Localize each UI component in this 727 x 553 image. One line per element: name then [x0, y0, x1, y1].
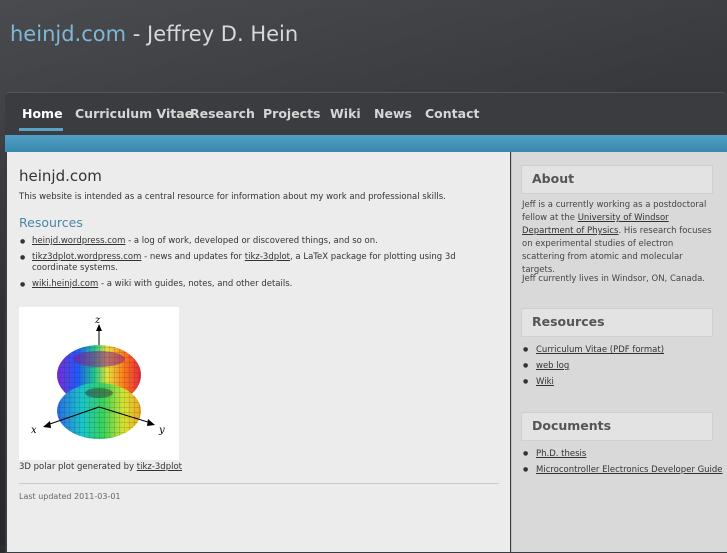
nav-active-indicator	[19, 128, 63, 131]
nav-curriculum-vitae[interactable]: Curriculum Vitae	[75, 106, 193, 121]
last-updated: Last updated 2011-03-01	[19, 492, 121, 501]
page-title: heinjd.com	[19, 167, 102, 185]
resource-link-blog[interactable]: heinjd.wordpress.com	[32, 236, 125, 246]
site-domain[interactable]: heinjd.com	[10, 22, 126, 46]
about-location: Jeff currently lives in Windsor, ON, Can…	[522, 274, 706, 284]
nav-contact[interactable]: Contact	[425, 106, 479, 121]
resource-desc: - news and updates for	[141, 251, 245, 262]
z-axis-label: z	[94, 315, 101, 326]
resources-heading: Resources	[19, 215, 83, 230]
figure-caption: 3D polar plot generated by tikz-3dplot	[19, 462, 182, 472]
content-wrapper: Home Curriculum Vitae Research Projects …	[5, 92, 727, 553]
polar-plot-svg: z x y	[31, 315, 165, 439]
list-item: Microcontroller Electronics Developer Gu…	[522, 462, 723, 478]
nav-home[interactable]: Home	[22, 106, 63, 121]
polar-plot-image: z x y	[19, 307, 179, 460]
caption-link-tikz3dplot[interactable]: tikz-3dplot	[137, 462, 182, 472]
site-owner-name: Jeffrey D. Hein	[147, 22, 299, 46]
nav-research[interactable]: Research	[190, 106, 255, 121]
documents-heading-box: Documents	[521, 412, 713, 441]
list-item: Curriculum Vitae (PDF format)	[522, 342, 722, 358]
nav-wiki[interactable]: Wiki	[330, 106, 361, 121]
main-nav: Home Curriculum Vitae Research Projects …	[5, 93, 727, 135]
web-log-link[interactable]: web log	[536, 361, 569, 371]
list-item: Ph.D. thesis	[522, 446, 722, 462]
list-item: heinjd.wordpress.com - a log of work, de…	[19, 236, 479, 248]
intro-text: This website is intended as a central re…	[19, 192, 446, 202]
list-item: Wiki	[522, 374, 722, 390]
sidebar-resources-list: Curriculum Vitae (PDF format) web log Wi…	[522, 342, 722, 390]
about-heading: About	[532, 171, 575, 186]
sidebar-resources-heading: Resources	[532, 314, 605, 329]
x-axis-arrow	[43, 421, 51, 428]
nav-projects[interactable]: Projects	[263, 106, 321, 121]
caption-text: 3D polar plot generated by	[19, 462, 137, 472]
y-axis-arrow	[147, 419, 155, 426]
nav-news[interactable]: News	[374, 106, 412, 121]
resource-link-tikz3dplot-blog[interactable]: tikz3dplot.wordpress.com	[32, 252, 141, 262]
nav-accent-band	[5, 135, 727, 152]
x-axis-label: x	[31, 425, 37, 436]
sidebar: About Jeff is a currently working as a p…	[511, 152, 727, 552]
about-text: Jeff is a currently working as a postdoc…	[522, 199, 712, 277]
cv-pdf-link[interactable]: Curriculum Vitae (PDF format)	[536, 345, 664, 355]
resources-heading-box: Resources	[521, 308, 713, 337]
resource-desc: - a wiki with guides, notes, and other d…	[98, 278, 293, 289]
resource-desc: - a log of work, developed or discovered…	[125, 236, 378, 246]
list-item: tikz3dplot.wordpress.com - news and upda…	[19, 252, 479, 275]
phd-thesis-link[interactable]: Ph.D. thesis	[536, 449, 586, 459]
y-axis-label: y	[158, 425, 165, 436]
about-heading-box: About	[521, 165, 713, 194]
site-header: heinjd.com - Jeffrey D. Hein	[10, 22, 298, 46]
resources-list: heinjd.wordpress.com - a log of work, de…	[19, 236, 479, 294]
resource-link-wiki[interactable]: wiki.heinjd.com	[32, 279, 98, 289]
resource-link-tikz3dplot[interactable]: tikz-3dplot	[245, 252, 290, 262]
list-item: wiki.heinjd.com - a wiki with guides, no…	[19, 279, 479, 291]
documents-list: Ph.D. thesis Microcontroller Electronics…	[522, 446, 723, 478]
upper-lobe-top	[73, 351, 125, 367]
wiki-link[interactable]: Wiki	[536, 377, 554, 387]
documents-heading: Documents	[532, 418, 612, 433]
electronics-guide-link[interactable]: Microcontroller Electronics Developer Gu…	[536, 465, 723, 475]
header-separator: -	[126, 22, 148, 46]
list-item: web log	[522, 358, 722, 374]
divider	[19, 483, 499, 484]
main-content: heinjd.com This website is intended as a…	[7, 152, 510, 552]
plot-waist	[85, 388, 113, 398]
